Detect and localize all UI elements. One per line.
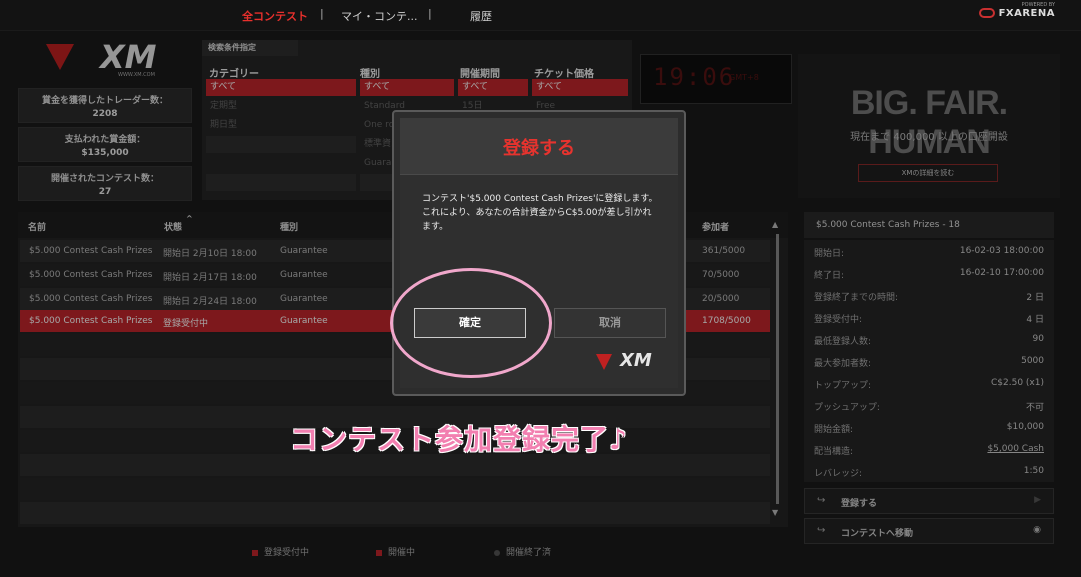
fxarena-brand: FXARENA bbox=[998, 8, 1055, 19]
xm-logo-icon bbox=[596, 354, 612, 370]
tab-all-contests[interactable]: 全コンテスト bbox=[242, 8, 308, 24]
cancel-button[interactable]: 取消 bbox=[554, 308, 666, 338]
tab-history[interactable]: 履歴 bbox=[470, 8, 492, 24]
top-nav-bar: 全コンテスト | マイ・コンテ... | 履歴 POWERED BY FXARE… bbox=[0, 0, 1081, 31]
fxarena-logo-icon bbox=[979, 8, 995, 18]
dialog-message: コンテスト'$5.000 Contest Cash Prizes'に登録します。… bbox=[422, 194, 658, 232]
nav-separator: | bbox=[320, 7, 324, 20]
dialog-xm-logo: XM bbox=[620, 350, 652, 371]
highlight-circle-annotation bbox=[390, 268, 552, 378]
nav-separator: | bbox=[428, 7, 432, 20]
dialog-title: 登録する bbox=[503, 138, 575, 159]
registration-complete-caption: コンテスト参加登録完了♪ bbox=[290, 423, 628, 456]
tab-my-contests[interactable]: マイ・コンテ... bbox=[341, 8, 418, 24]
dialog-header: 登録する bbox=[400, 118, 678, 175]
